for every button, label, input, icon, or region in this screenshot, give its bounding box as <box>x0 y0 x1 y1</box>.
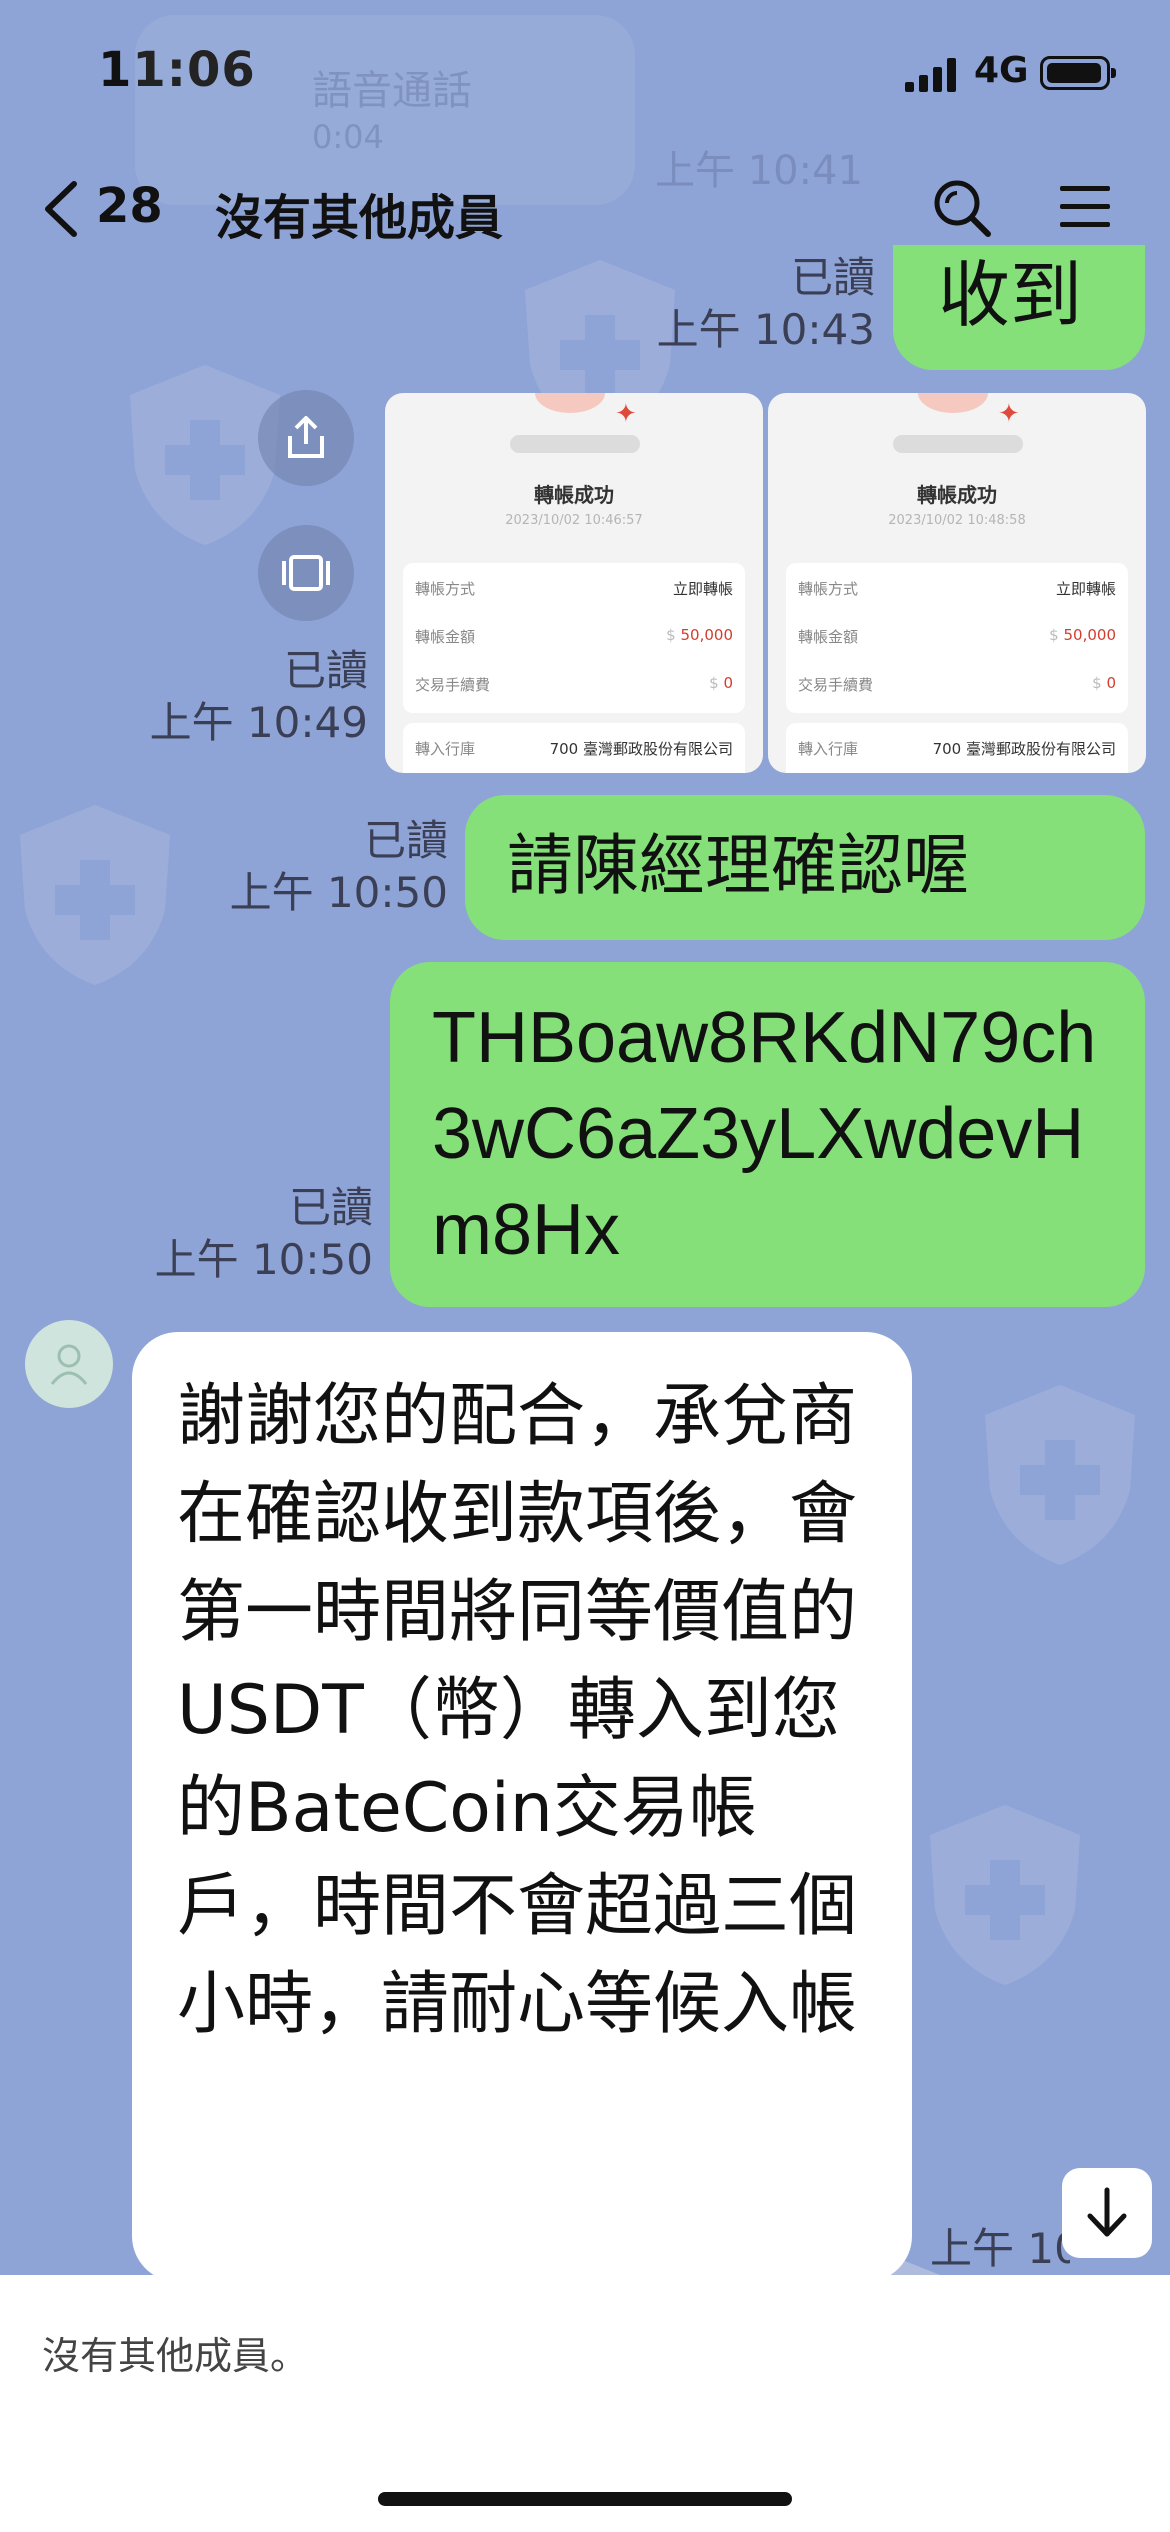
message-text: 謝謝您的配合，承兌商在確認收到款項後，會第一時間將同等價值的USDT（幣）轉入到… <box>177 1377 858 2044</box>
blurred-name <box>893 435 1023 453</box>
signal-icon <box>905 58 956 92</box>
home-indicator[interactable] <box>378 2492 792 2506</box>
voice-call-label: 語音通話 <box>312 68 472 114</box>
receipt-title: 轉帳成功 <box>534 483 614 507</box>
outgoing-message[interactable]: 請陳經理確認喔 <box>465 795 1145 940</box>
read-receipt: 已讀 上午 10:50 <box>200 815 448 919</box>
read-label: 已讀 <box>790 253 875 302</box>
transfer-receipt-image[interactable]: ✦ 轉帳成功 2023/10/02 10:46:57 轉帳方式 立即轉帳 轉帳金額… <box>385 393 763 773</box>
footer-notice: 沒有其他成員。 <box>42 2334 309 2378</box>
blurred-name <box>510 435 640 453</box>
arrow-down-icon <box>1087 2187 1127 2237</box>
receipt-title: 轉帳成功 <box>917 483 997 507</box>
shield-watermark-icon <box>930 1805 1080 1985</box>
menu-icon[interactable] <box>1058 182 1112 232</box>
battery-icon <box>1040 56 1116 90</box>
message-time: 上午 10:5 <box>930 2224 1070 2273</box>
sparkle-icon: ✦ <box>615 399 637 429</box>
read-label: 已讀 <box>363 816 448 865</box>
receipt-date: 2023/10/02 10:48:58 <box>888 513 1026 528</box>
read-receipt: 已讀 上午 10:49 <box>120 645 368 749</box>
gallery-icon <box>282 555 330 591</box>
transfer-receipt-image[interactable]: ✦ 轉帳成功 2023/10/02 10:48:58 轉帳方式 立即轉帳 轉帳金額… <box>768 393 1146 773</box>
sender-avatar[interactable] <box>25 1320 113 1408</box>
shield-watermark-icon <box>20 805 170 985</box>
user-icon <box>50 1344 88 1385</box>
outgoing-message[interactable]: THBoaw8RKdN79ch3wC6aZ3yLXwdevHm8Hx <box>390 962 1145 1307</box>
scroll-to-bottom-button[interactable] <box>1062 2168 1152 2258</box>
sparkle-icon: ✦ <box>998 399 1020 429</box>
share-icon <box>288 416 324 458</box>
read-receipt: 已讀 上午 10:43 <box>640 252 875 356</box>
share-button[interactable] <box>258 390 354 486</box>
read-receipt: 已讀 上午 10:50 <box>125 1182 373 1286</box>
message-text: 收到 <box>938 253 1083 337</box>
gallery-button[interactable] <box>258 525 354 621</box>
message-time: 上午 10:50 <box>229 868 448 917</box>
outgoing-message[interactable]: 收到 <box>893 245 1145 370</box>
read-label: 已讀 <box>288 1183 373 1232</box>
network-type: 4G <box>974 50 1029 91</box>
incoming-message[interactable]: 謝謝您的配合，承兌商在確認收到款項後，會第一時間將同等價值的USDT（幣）轉入到… <box>132 1332 912 2282</box>
read-label: 已讀 <box>283 646 368 695</box>
message-text: THBoaw8RKdN79ch3wC6aZ3yLXwdevHm8Hx <box>432 998 1097 1270</box>
message-time: 上午 10:43 <box>656 305 875 354</box>
search-icon[interactable] <box>930 176 994 240</box>
back-icon[interactable] <box>40 178 84 240</box>
unread-count[interactable]: 28 <box>96 178 163 234</box>
shield-watermark-icon <box>985 1385 1135 1565</box>
receipt-date: 2023/10/02 10:46:57 <box>505 513 643 528</box>
receipt-header-art <box>918 393 988 413</box>
receipt-header-art <box>535 393 605 413</box>
message-text: 請陳經理確認喔 <box>507 827 969 904</box>
message-time: 上午 10:50 <box>154 1235 373 1284</box>
message-time: 上午 10:49 <box>149 698 368 747</box>
chat-title: 沒有其他成員 <box>215 190 504 246</box>
